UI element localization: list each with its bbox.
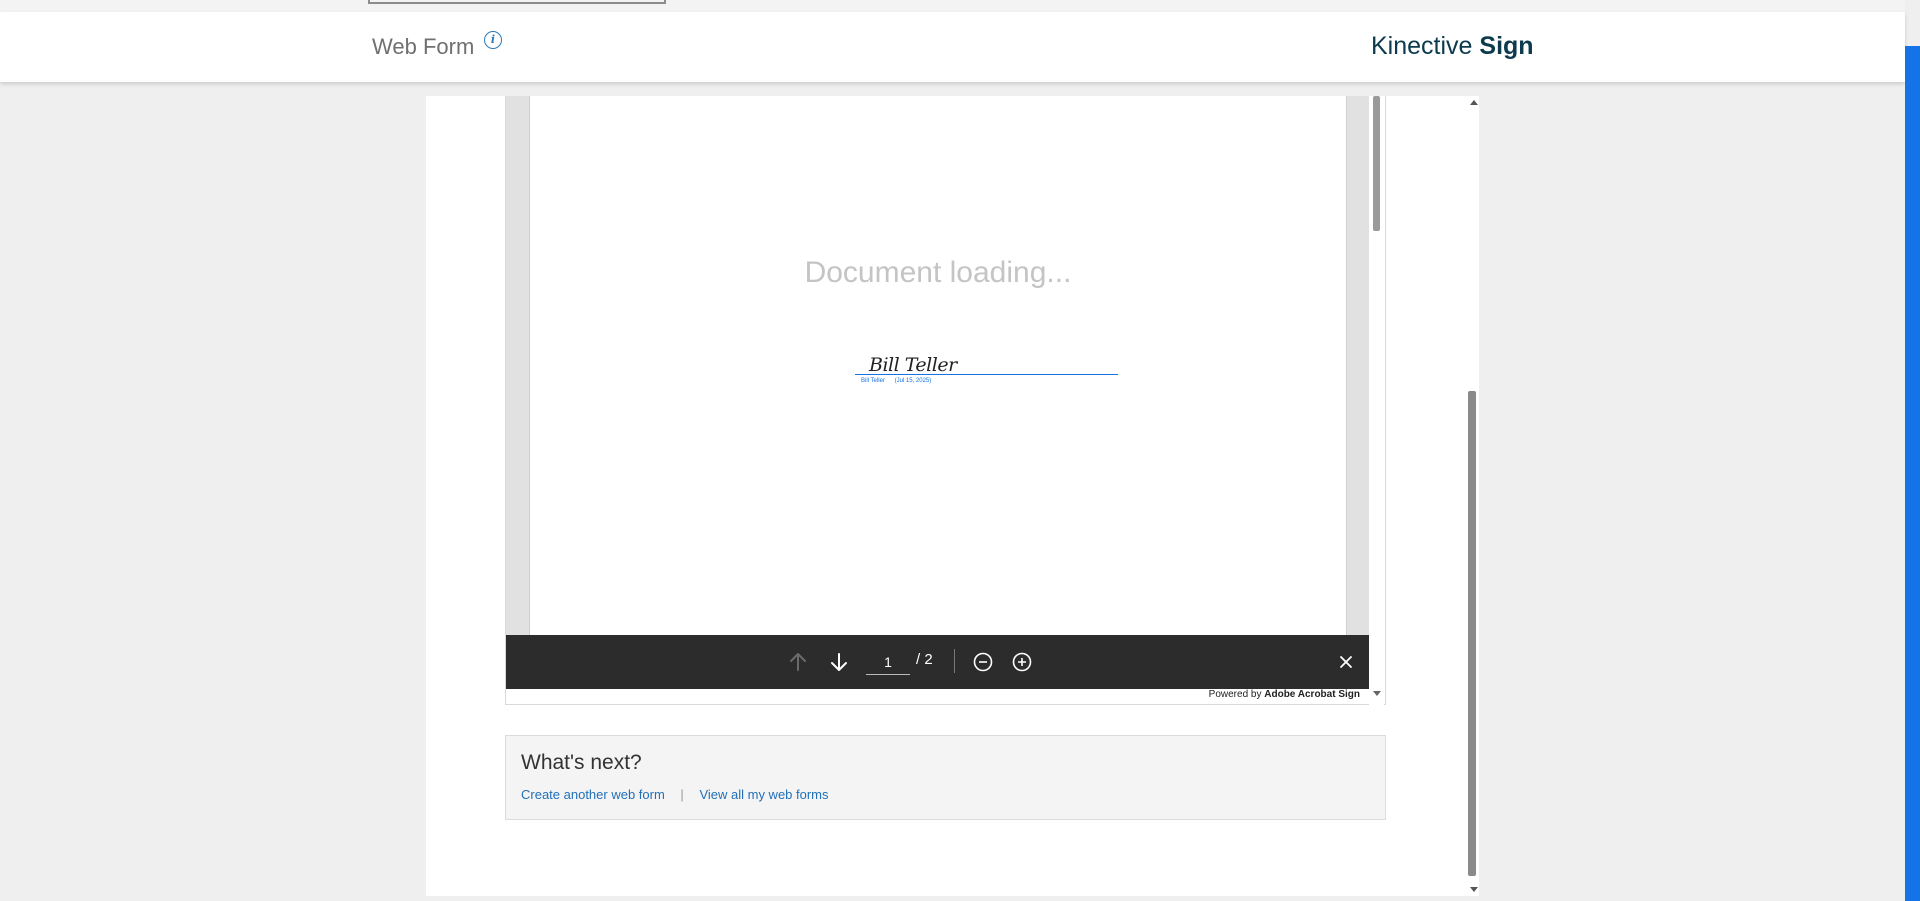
- close-icon[interactable]: [1332, 648, 1360, 676]
- signature-caption-name: Bill Teller: [861, 378, 885, 384]
- signature-caption: Bill Teller (Jul 15, 2025): [861, 378, 939, 384]
- signature-script: Bill Teller: [869, 354, 957, 376]
- whats-next-title: What's next?: [521, 751, 642, 774]
- whats-next-links: Create another web form | View all my we…: [521, 787, 829, 802]
- view-web-forms-link[interactable]: View all my web forms: [699, 787, 828, 802]
- zoom-out-icon[interactable]: [969, 648, 997, 676]
- panel-scrollbar[interactable]: [1466, 96, 1479, 896]
- scroll-thumb[interactable]: [1468, 391, 1476, 876]
- create-web-form-link[interactable]: Create another web form: [521, 787, 665, 802]
- right-accent-bar: [1905, 46, 1920, 901]
- top-tab-outline: [368, 0, 666, 4]
- document-loading-text: Document loading...: [804, 256, 1072, 289]
- viewer-scroll-down-icon[interactable]: [1373, 691, 1381, 696]
- info-icon[interactable]: i: [484, 31, 502, 49]
- scroll-down-arrow-icon[interactable]: [1470, 887, 1478, 892]
- page-header: Web Form i Kinective Sign: [0, 12, 1905, 82]
- signature-line: [855, 374, 1118, 375]
- powered-by: Powered by Adobe Acrobat Sign: [1120, 689, 1360, 700]
- brand-bold: Sign: [1479, 32, 1534, 60]
- scroll-up-arrow-icon[interactable]: [1470, 100, 1478, 105]
- toolbar-divider: [954, 649, 955, 673]
- whats-next-box: What's next? Create another web form | V…: [505, 735, 1386, 820]
- arrow-down-icon[interactable]: [825, 648, 853, 676]
- powered-by-prefix: Powered by: [1208, 689, 1262, 700]
- link-separator: |: [680, 787, 684, 802]
- brand-light: Kinective: [1371, 32, 1473, 60]
- signature-caption-date: (Jul 15, 2025): [894, 378, 932, 384]
- powered-by-brand: Adobe Acrobat Sign: [1264, 689, 1360, 700]
- viewer-toolbar: / 2: [506, 635, 1369, 689]
- browser-top-strip: [0, 0, 1905, 12]
- zoom-in-icon[interactable]: [1008, 648, 1036, 676]
- page-total: / 2: [916, 651, 933, 668]
- page-number-input[interactable]: [866, 650, 910, 675]
- viewer-scrollbar[interactable]: [1369, 96, 1384, 705]
- document-page: Document loading... Bill Teller Bill Tel…: [529, 96, 1347, 635]
- page-title: Web Form: [372, 34, 475, 59]
- brand-logo: Kinective Sign: [1371, 32, 1534, 61]
- viewer-scroll-thumb[interactable]: [1373, 96, 1380, 231]
- arrow-up-icon[interactable]: [784, 648, 812, 676]
